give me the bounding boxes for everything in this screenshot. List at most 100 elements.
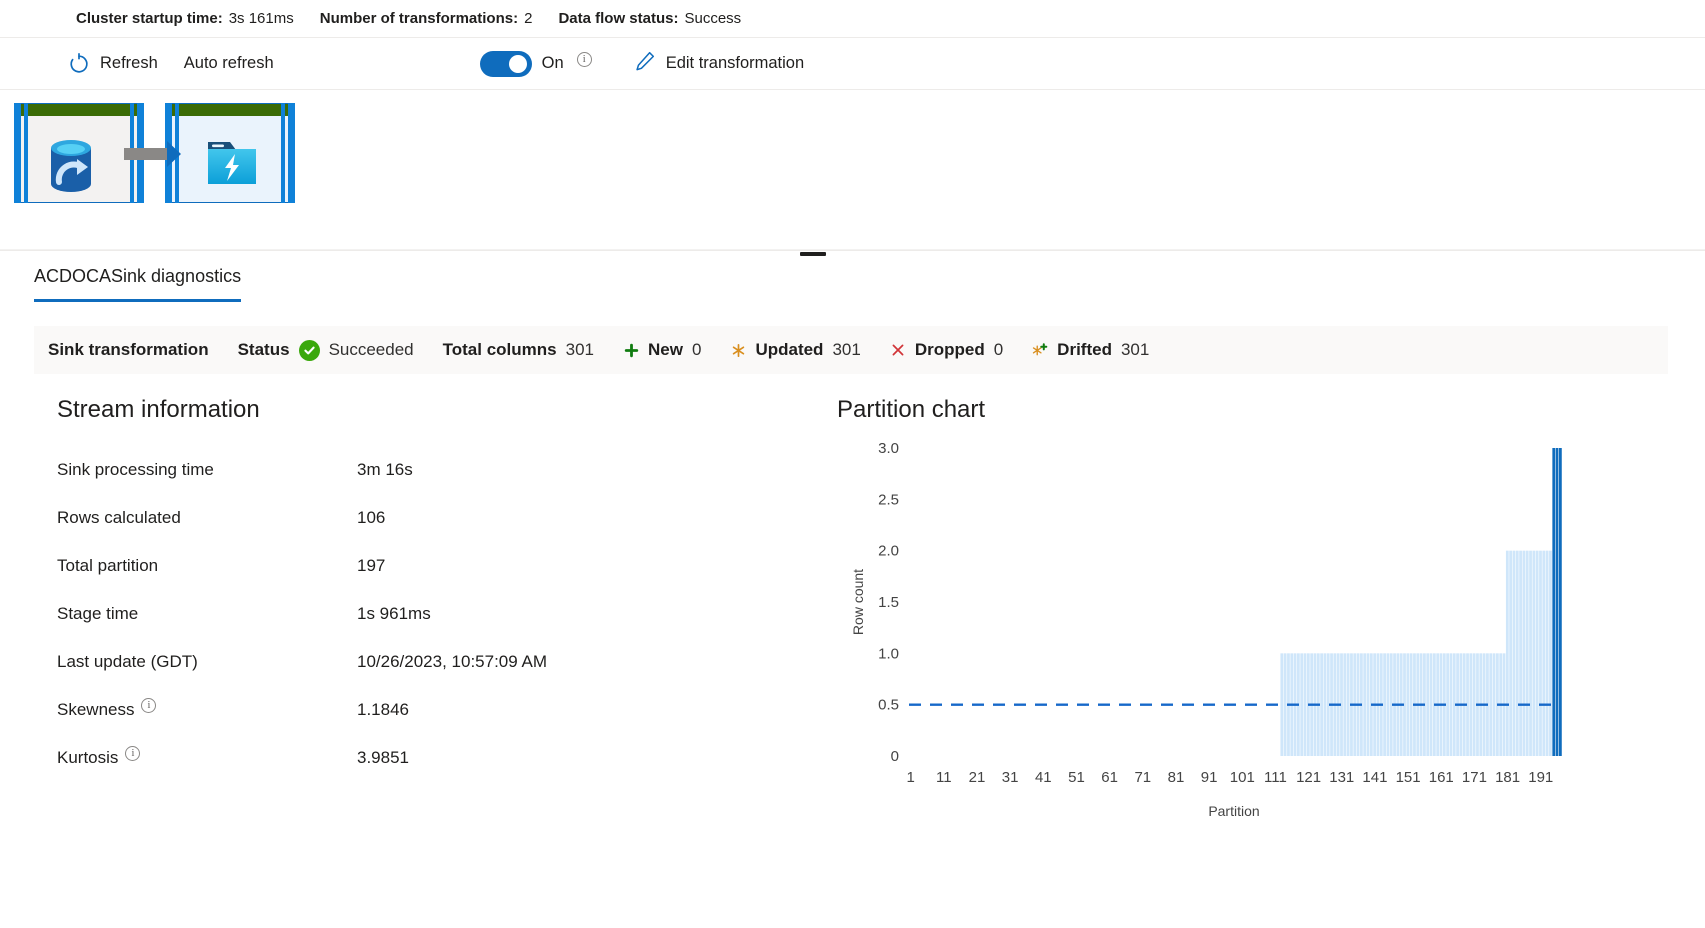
info-icon[interactable]: i xyxy=(576,52,592,67)
summary-value: Success xyxy=(684,10,742,27)
x-axis-tick-label: 71 xyxy=(1134,769,1151,786)
stream-information-title: Stream information xyxy=(57,396,260,423)
status-badge: Status Succeeded xyxy=(238,339,414,361)
tab-acdocasink-diagnostics[interactable]: ACDOCASink diagnostics xyxy=(34,266,242,302)
status-total-columns: Total columns 301 xyxy=(443,340,594,360)
stream-info-row: Total partition 197 xyxy=(57,542,837,590)
chart-bar[interactable] xyxy=(1283,653,1287,756)
chart-bar[interactable] xyxy=(1489,653,1493,756)
x-axis-tick-label: 121 xyxy=(1296,769,1321,786)
total-columns-value: 301 xyxy=(565,340,594,359)
stream-info-row: Skewness i 1.1846 xyxy=(57,686,837,734)
stream-info-label: Sink processing time xyxy=(57,460,357,480)
total-columns-label: Total columns xyxy=(442,340,557,359)
stream-info-label-text: Total partition xyxy=(57,556,159,575)
stream-info-value: 197 xyxy=(357,556,386,575)
stream-info-label: Stage time xyxy=(57,604,357,624)
edit-transformation-button[interactable]: Edit transformation xyxy=(628,44,810,84)
chart-bar[interactable] xyxy=(1512,550,1516,756)
chart-bar[interactable] xyxy=(1346,653,1350,756)
stream-information-list: Sink processing time 3m 16s Rows calculate… xyxy=(57,446,837,782)
chart-bar[interactable] xyxy=(1406,653,1410,756)
chart-bar[interactable] xyxy=(1300,653,1304,756)
chart-bar[interactable] xyxy=(1522,550,1526,756)
chart-bar[interactable] xyxy=(1320,653,1323,756)
auto-refresh-button[interactable]: Auto refresh xyxy=(178,44,280,84)
auto-refresh-toggle[interactable] xyxy=(479,50,532,77)
chart-bar[interactable] xyxy=(1509,550,1513,756)
refresh-icon xyxy=(68,52,90,75)
chart-bar[interactable] xyxy=(1449,653,1453,756)
chart-bar[interactable] xyxy=(1539,550,1542,756)
asterisk-plus-icon xyxy=(1032,342,1048,358)
refresh-button[interactable]: Refresh xyxy=(62,44,164,84)
chart-bar[interactable] xyxy=(1383,653,1387,756)
chart-bar[interactable] xyxy=(1515,550,1519,756)
stream-info-label: Kurtosis i xyxy=(57,745,357,768)
summary-key: Cluster startup time: xyxy=(76,10,223,27)
chart-bar[interactable] xyxy=(1532,550,1536,756)
stream-info-value: 106 xyxy=(357,508,386,527)
chart-bar[interactable] xyxy=(1535,550,1539,756)
info-icon[interactable]: i xyxy=(141,697,157,713)
chart-bar[interactable] xyxy=(1549,550,1552,756)
stream-info-row: Stage time 1s 961ms xyxy=(57,590,837,638)
y-axis-tick-label: 0 xyxy=(891,748,899,765)
summary-number-of-transformations: Number of transformations: 2 xyxy=(320,10,533,27)
stream-info-value: 3m 16s xyxy=(357,460,413,479)
panel-collapse-handle[interactable] xyxy=(800,252,826,256)
chart-bar[interactable] xyxy=(1505,550,1509,756)
chart-bar[interactable] xyxy=(1366,653,1370,756)
chart-bar[interactable] xyxy=(1559,448,1562,756)
node-selection-bar xyxy=(281,103,285,203)
chart-bar[interactable] xyxy=(1386,653,1390,756)
summary-key: Data flow status: xyxy=(558,10,679,27)
chart-bar[interactable] xyxy=(1280,653,1284,756)
chart-bar[interactable] xyxy=(1519,550,1522,756)
partition-chart[interactable]: 0 0.5 1.0 1.5 2.0 2.5 3.0 Row count 1 11 21 31 41 51 6… xyxy=(837,434,1577,834)
stream-info-value: 10/26/2023, 10:57:09 AM xyxy=(357,652,547,671)
sink-transformation-node[interactable] xyxy=(165,103,295,203)
y-axis-title: Row count xyxy=(850,569,866,635)
y-axis-tick-label: 1.0 xyxy=(878,645,899,662)
stream-info-label-text: Stage time xyxy=(57,604,139,623)
chart-bar[interactable] xyxy=(1429,653,1433,756)
chart-bar[interactable] xyxy=(1303,653,1307,756)
chart-bar[interactable] xyxy=(1555,448,1559,756)
x-axis-tick-label: 11 xyxy=(936,769,952,786)
stream-info-value: 3.9851 xyxy=(357,748,409,767)
partition-chart-svg: 00.51.01.52.02.53.0Row count1 11 21 31 41 51 6… xyxy=(850,440,1562,819)
partition-chart-panel: Partition chart 0 0.5 1.0 1.5 2.0 2.5 3.0 Row c… xyxy=(837,396,1705,834)
chart-bar[interactable] xyxy=(1545,550,1549,756)
y-axis-tick-label: 0.5 xyxy=(878,697,899,714)
chart-bar[interactable] xyxy=(1542,550,1546,756)
y-axis-tick-label: 3.0 xyxy=(878,440,899,457)
chart-bar[interactable] xyxy=(1552,448,1556,756)
pencil-icon xyxy=(634,50,656,77)
refresh-label: Refresh xyxy=(100,54,158,72)
dataflow-debug-page: Cluster startup time: 3s 161ms Number of… xyxy=(0,0,1705,928)
chart-bar[interactable] xyxy=(1472,653,1476,756)
chart-bar[interactable] xyxy=(1323,653,1327,756)
chart-bar[interactable] xyxy=(1363,653,1367,756)
info-icon[interactable]: i xyxy=(125,745,141,761)
command-bar: Refresh Auto refresh On i Edit transform… xyxy=(0,38,1705,90)
stream-info-label: Last update (GDT) xyxy=(57,652,357,672)
chart-bar[interactable] xyxy=(1343,653,1347,756)
chart-bar[interactable] xyxy=(1426,653,1430,756)
chart-bar[interactable] xyxy=(1446,653,1450,756)
x-axis-tick-label: 51 xyxy=(1068,769,1085,786)
x-axis-tick-label: 191 xyxy=(1528,769,1553,786)
dropped-value: 0 xyxy=(993,340,1004,359)
chart-bar[interactable] xyxy=(1529,550,1532,756)
chart-bar[interactable] xyxy=(1492,653,1496,756)
status-drifted-columns: Drifted 301 xyxy=(1032,340,1149,360)
chart-bar[interactable] xyxy=(1409,653,1413,756)
stream-info-row: Last update (GDT) 10/26/2023, 10:57:09 AM xyxy=(57,638,837,686)
chart-bar[interactable] xyxy=(1469,653,1473,756)
x-axis-tick-label: 31 xyxy=(1002,769,1019,786)
dataflow-graph-canvas[interactable] xyxy=(0,90,1705,250)
chart-bar[interactable] xyxy=(1525,550,1529,756)
database-source-icon xyxy=(43,138,99,201)
x-axis-tick-label: 111 xyxy=(1264,769,1287,786)
